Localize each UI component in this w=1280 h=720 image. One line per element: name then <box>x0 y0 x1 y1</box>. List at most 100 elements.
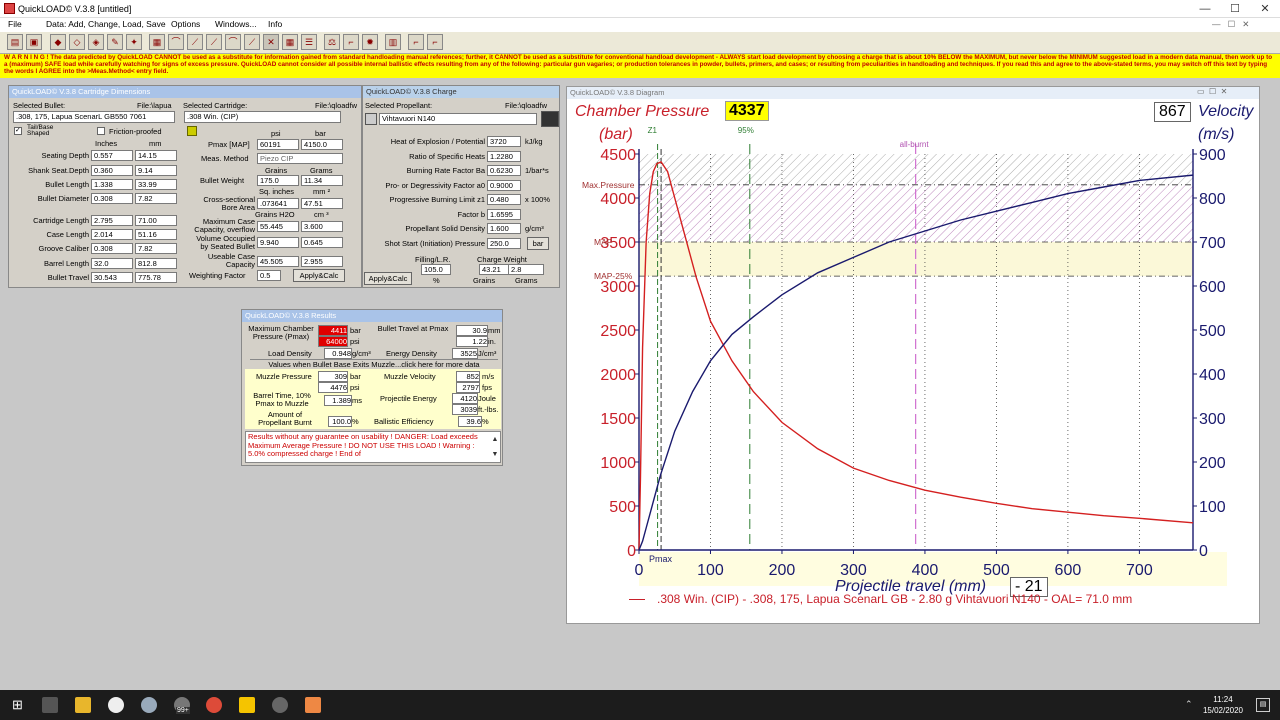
cross-section-in-field[interactable]: .073641 <box>257 198 299 209</box>
menu-file[interactable]: File <box>8 19 22 29</box>
useable-capacity-cm3-field[interactable]: 2.955 <box>301 256 343 267</box>
propellant-param-field[interactable]: 0.480 <box>487 194 521 205</box>
menu-data[interactable]: Data: Add, Change, Load, Save <box>46 19 166 29</box>
clock-time[interactable]: 11:24 <box>1205 695 1241 704</box>
chart-burn-icon[interactable]: ⌒ <box>225 34 241 50</box>
powder-grains-icon[interactable] <box>541 111 559 127</box>
meas-method-field[interactable]: Piezo CIP <box>257 153 343 164</box>
table-icon[interactable]: ▦ <box>149 34 165 50</box>
dim-inches-field[interactable]: 1.338 <box>91 179 133 190</box>
pressure-unit-button[interactable]: bar <box>527 236 549 250</box>
menu-options[interactable]: Options <box>171 19 200 29</box>
list-icon[interactable]: ☰ <box>301 34 317 50</box>
pmax-bar-field[interactable]: 4150.0 <box>301 139 343 150</box>
cartridge-icon-small[interactable] <box>187 126 197 136</box>
results-message-box[interactable]: Results without any guarantee on usabili… <box>245 431 501 463</box>
rifle-icon[interactable]: ⌐ <box>343 34 359 50</box>
quickload-taskbar-icon[interactable] <box>305 697 321 713</box>
chart-pressure-icon[interactable]: ⌒ <box>168 34 184 50</box>
scale-icon[interactable]: ⚖ <box>324 34 340 50</box>
cartridge-icon[interactable]: ◇ <box>69 34 85 50</box>
dim-inches-field[interactable]: 0.360 <box>91 165 133 176</box>
useable-capacity-grains-field[interactable]: 45.505 <box>257 256 299 267</box>
menu-info[interactable]: Info <box>268 19 282 29</box>
pistol-icon[interactable]: ⌐ <box>427 34 443 50</box>
bullet-select[interactable]: .308, 175, Lapua ScenarL GB550 7061 <box>13 111 175 123</box>
message-scrollbar[interactable]: ▲ ▼ <box>490 432 500 462</box>
dim-inches-field[interactable]: 30.543 <box>91 272 133 283</box>
chart-diagram-icon[interactable]: ✕ <box>263 34 279 50</box>
max-case-capacity-grains-field[interactable]: 55.445 <box>257 221 299 232</box>
dim-mm-field[interactable]: 14.15 <box>135 150 177 161</box>
volume-occupied-cm3-field[interactable]: 0.645 <box>301 237 343 248</box>
camera-icon[interactable] <box>108 697 124 713</box>
dim-mm-field[interactable]: 9.14 <box>135 165 177 176</box>
cartridge-select[interactable]: .308 Win. (CIP) <box>184 111 341 123</box>
chrome-icon[interactable] <box>206 697 222 713</box>
tailbase-checkbox[interactable]: ✓ <box>14 127 22 135</box>
max-case-capacity-cm3-field[interactable]: 3.600 <box>301 221 343 232</box>
propellant-param-field[interactable]: 3720 <box>487 136 521 147</box>
vlc-icon[interactable] <box>239 697 255 713</box>
dim-inches-field[interactable]: 2.014 <box>91 229 133 240</box>
measure-icon[interactable]: ✎ <box>107 34 123 50</box>
mdi-window-controls[interactable]: — ☐ ✕ <box>1212 19 1249 30</box>
bullet-icon[interactable]: ◆ <box>50 34 66 50</box>
bars-icon[interactable]: ▥ <box>385 34 401 50</box>
charge-grams-field[interactable]: 2.8 <box>508 264 544 275</box>
propellant-param-field[interactable]: 0.6230 <box>487 165 521 176</box>
gun-icon[interactable]: ⌐ <box>408 34 424 50</box>
clock-app-icon[interactable] <box>272 697 288 713</box>
dim-inches-field[interactable]: 32.0 <box>91 258 133 269</box>
dim-mm-field[interactable]: 7.82 <box>135 193 177 204</box>
open-icon[interactable]: ▤ <box>7 34 23 50</box>
cross-section-mm-field[interactable]: 47.51 <box>301 198 343 209</box>
clock-date[interactable]: 15/02/2020 <box>1198 706 1248 715</box>
volume-occupied-grains-field[interactable]: 9.940 <box>257 237 299 248</box>
pmax-psi-field[interactable]: 60191 <box>257 139 299 150</box>
maximize-button[interactable]: ☐ <box>1220 0 1250 18</box>
minimize-button[interactable]: — <box>1190 0 1220 18</box>
propellant-icon[interactable] <box>365 113 377 125</box>
friction-checkbox[interactable] <box>97 127 105 135</box>
notifications-icon[interactable]: ▤ <box>1256 698 1270 712</box>
charge-apply-calc-button[interactable]: Apply&Calc <box>364 272 412 285</box>
bullet-weight-grams-field[interactable]: 11.34 <box>301 175 343 186</box>
propellant-param-field[interactable]: 250.0 <box>487 237 521 249</box>
dim-mm-field[interactable]: 71.00 <box>135 215 177 226</box>
propellant-param-field[interactable]: 1.600 <box>487 223 521 234</box>
bullet-weight-grains-field[interactable]: 175.0 <box>257 175 299 186</box>
tray-chevron-icon[interactable]: ⌃ <box>1185 699 1193 710</box>
start-icon[interactable]: ⊞ <box>12 698 26 712</box>
filling-field[interactable]: 105.0 <box>421 264 451 275</box>
powder-icon[interactable]: ◈ <box>88 34 104 50</box>
grid-icon[interactable]: ▦ <box>282 34 298 50</box>
dim-mm-field[interactable]: 812.8 <box>135 258 177 269</box>
file-explorer-icon[interactable] <box>75 697 91 713</box>
bird-app-icon[interactable] <box>141 697 157 713</box>
calculator-icon[interactable] <box>42 697 58 713</box>
muzzle-values-link[interactable]: Values when Bullet Base Exits Muzzle...c… <box>250 359 498 369</box>
dim-inches-field[interactable]: 0.557 <box>91 150 133 161</box>
save-icon[interactable]: ▣ <box>26 34 42 50</box>
propellant-param-field[interactable]: 1.2280 <box>487 150 521 162</box>
chart-energy-icon[interactable]: ⟋ <box>206 34 222 50</box>
propellant-param-field[interactable]: 1.6595 <box>487 208 521 220</box>
dim-mm-field[interactable]: 775.78 <box>135 272 177 283</box>
weighting-factor-field[interactable]: 0.5 <box>257 270 281 281</box>
dim-inches-field[interactable]: 2.795 <box>91 215 133 226</box>
chart-velocity-icon[interactable]: ⟋ <box>187 34 203 50</box>
dims-apply-calc-button[interactable]: Apply&Calc <box>293 269 345 282</box>
calc-icon[interactable]: ✦ <box>126 34 142 50</box>
dim-mm-field[interactable]: 7.82 <box>135 243 177 254</box>
propellant-param-field[interactable]: 0.9000 <box>487 179 521 191</box>
propellant-select[interactable]: Vihtavuori N140 <box>379 113 537 125</box>
dim-inches-field[interactable]: 0.308 <box>91 243 133 254</box>
menu-windows[interactable]: Windows... <box>215 19 257 29</box>
dim-mm-field[interactable]: 33.99 <box>135 179 177 190</box>
dim-mm-field[interactable]: 51.16 <box>135 229 177 240</box>
close-button[interactable]: ✕ <box>1250 0 1280 18</box>
diagram-window-controls[interactable]: ▭ ☐ ✕ <box>1197 87 1227 96</box>
dim-inches-field[interactable]: 0.308 <box>91 193 133 204</box>
flame-icon[interactable]: ✹ <box>362 34 378 50</box>
